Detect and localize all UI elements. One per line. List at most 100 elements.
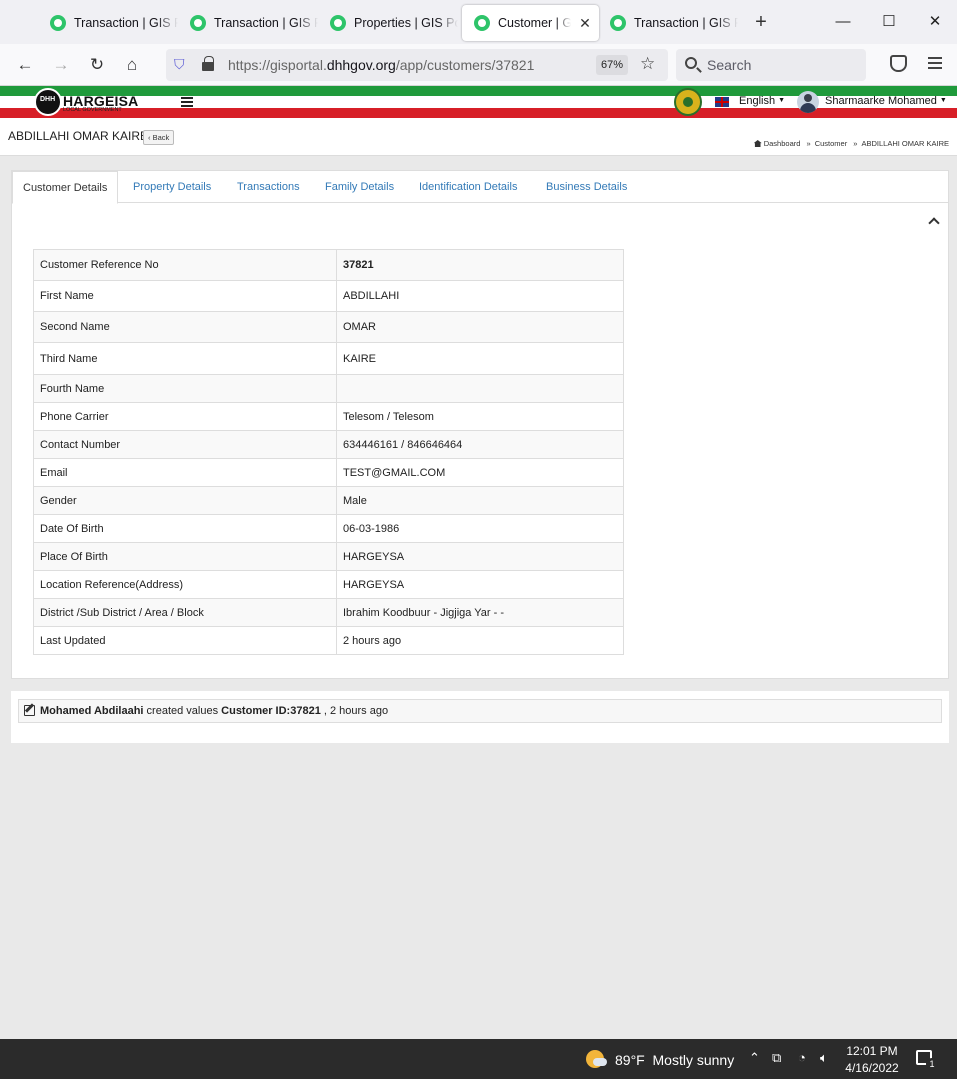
site-favicon-icon (50, 15, 66, 31)
minimize-icon[interactable]: — (820, 8, 866, 36)
notification-count: 1 (926, 1058, 938, 1070)
browser-tab-strip: Transaction | GIS Portal Transaction | G… (0, 0, 957, 44)
collapse-chevron-up-icon[interactable] (928, 217, 940, 229)
browser-tab-title: Transaction | GIS Portal (74, 16, 178, 30)
browser-menu-icon[interactable] (928, 57, 942, 69)
field-value: 634446161 / 846646464 (336, 430, 624, 459)
field-value: 2 hours ago (336, 626, 624, 655)
browser-search-box[interactable]: Search (676, 49, 866, 81)
hargeisa-logo-icon[interactable]: DHH (34, 88, 62, 116)
browser-nav-bar: ← → ↻ ⌂ ⛉ https://gisportal.dhhgov.org/a… (0, 44, 957, 86)
field-label: Gender (33, 486, 337, 515)
device-icon[interactable]: ⧉ (772, 1050, 781, 1066)
tab-business-details[interactable]: Business Details (546, 171, 627, 203)
back-arrow-icon[interactable]: ← (13, 53, 37, 77)
field-value: Ibrahim Koodbuur - Jigjiga Yar - - (336, 598, 624, 627)
browser-tab[interactable]: Properties | GIS Portal (318, 5, 458, 41)
browser-tab-active[interactable]: Customer | GIS Portal ✕ (462, 5, 599, 41)
reload-icon[interactable]: ↻ (85, 53, 109, 77)
field-value: 06-03-1986 (336, 514, 624, 543)
detail-tabs: Customer Details Property Details Transa… (12, 171, 948, 204)
table-row: Location Reference(Address) HARGEYSA (33, 570, 624, 599)
field-label: Second Name (33, 311, 337, 343)
volume-icon[interactable]: 🔈︎ (820, 1050, 828, 1066)
tab-transactions[interactable]: Transactions (237, 171, 300, 203)
tab-family-details[interactable]: Family Details (325, 171, 394, 203)
table-row: Third Name KAIRE (33, 342, 624, 375)
logo-subtitle: LOCAL GOVERNMENT (63, 107, 122, 113)
address-bar[interactable]: ⛉ https://gisportal.dhhgov.org/app/custo… (166, 49, 668, 81)
table-row: Second Name OMAR (33, 311, 624, 343)
weather-sun-icon[interactable] (586, 1050, 607, 1068)
field-value: OMAR (336, 311, 624, 343)
activity-target: Customer ID:37821 (221, 705, 321, 717)
breadcrumb: Dashboard » Customer » ABDILLAHI OMAR KAIR… (753, 139, 949, 148)
field-value: KAIRE (336, 342, 624, 375)
breadcrumb-customer[interactable]: Customer (815, 139, 848, 148)
chevron-up-icon[interactable]: ⌃ (749, 1050, 760, 1066)
field-value: HARGEYSA (336, 542, 624, 571)
browser-tab[interactable]: Transaction | GIS Portal (598, 5, 738, 41)
table-row: Fourth Name (33, 374, 624, 403)
new-tab-plus-icon[interactable]: + (748, 9, 774, 35)
user-menu[interactable]: Sharmaarke Mohamed ▼ (825, 95, 947, 107)
bookmark-star-icon[interactable]: ☆ (640, 54, 655, 74)
language-selector[interactable]: English ▼ (739, 95, 785, 107)
tab-property-details[interactable]: Property Details (133, 171, 211, 203)
breadcrumb-dashboard[interactable]: Dashboard (764, 139, 801, 148)
table-row: Gender Male (33, 486, 624, 515)
user-avatar[interactable] (797, 91, 819, 113)
clock-time: 12:01 PM (846, 1044, 898, 1058)
field-label: Third Name (33, 342, 337, 375)
activity-entry: Mohamed Abdilaahi created values Custome… (18, 699, 942, 723)
page-title: ABDILLAHI OMAR KAIRE (8, 129, 149, 143)
temperature: 89°F (615, 1052, 645, 1068)
url-text[interactable]: https://gisportal.dhhgov.org/app/custome… (228, 57, 534, 73)
chevron-down-icon: ▼ (939, 97, 947, 104)
field-value: HARGEYSA (336, 570, 624, 599)
field-label: Date Of Birth (33, 514, 337, 543)
tab-customer-details[interactable]: Customer Details (12, 171, 119, 204)
field-label: Phone Carrier (33, 402, 337, 431)
tab-identification-details[interactable]: Identification Details (419, 171, 517, 203)
edit-icon (24, 705, 35, 716)
browser-tab-title: Properties | GIS Portal (354, 16, 458, 30)
activity-log: Mohamed Abdilaahi created values Custome… (11, 691, 949, 743)
wifi-icon[interactable]: ◔ (798, 1050, 806, 1065)
activity-time: , 2 hours ago (320, 705, 389, 717)
close-tab-icon[interactable]: ✕ (571, 15, 599, 32)
field-label: District /Sub District / Area / Block (33, 598, 337, 627)
notification-icon[interactable]: 1 (916, 1050, 938, 1070)
maximize-icon[interactable]: ☐ (866, 8, 912, 36)
field-value (336, 374, 624, 403)
table-row: Contact Number 634446161 / 846646464 (33, 430, 624, 459)
table-row: Customer Reference No 37821 (33, 249, 624, 281)
browser-tab[interactable]: Transaction | GIS Portal (38, 5, 178, 41)
browser-tab[interactable]: Transaction | GIS Portal (178, 5, 318, 41)
close-window-icon[interactable]: ✕ (912, 8, 957, 36)
field-label: Email (33, 458, 337, 487)
site-favicon-icon (474, 15, 490, 31)
pocket-icon[interactable] (890, 55, 907, 72)
back-button[interactable]: ‹ Back (143, 130, 175, 145)
activity-user: Mohamed Abdilaahi (40, 705, 144, 717)
zoom-level-badge[interactable]: 67% (596, 55, 628, 75)
site-favicon-icon (190, 15, 206, 31)
forward-arrow-icon[interactable]: → (49, 53, 73, 77)
field-label: Contact Number (33, 430, 337, 459)
weather-condition: Mostly sunny (652, 1052, 735, 1068)
weather-widget[interactable]: 89°F Mostly sunny (615, 1052, 734, 1068)
table-row: District /Sub District / Area / Block Ibr… (33, 598, 624, 627)
sidebar-toggle-icon[interactable] (181, 97, 193, 107)
browser-tab-title: Customer | GIS Portal (498, 16, 571, 30)
field-value: TEST@GMAIL.COM (336, 458, 624, 487)
customer-details-table: Customer Reference No 37821 First Name ABD… (33, 249, 624, 655)
system-clock[interactable]: 12:01 PM 4/16/2022 (844, 1043, 900, 1077)
table-row: Date Of Birth 06-03-1986 (33, 514, 624, 543)
tracking-shield-icon[interactable]: ⛉ (174, 56, 185, 73)
home-icon[interactable]: ⌂ (120, 53, 144, 77)
field-label: Customer Reference No (33, 249, 337, 281)
lock-icon[interactable] (202, 56, 214, 71)
table-row: Email TEST@GMAIL.COM (33, 458, 624, 487)
customer-panel: Customer Details Property Details Transa… (11, 170, 949, 679)
